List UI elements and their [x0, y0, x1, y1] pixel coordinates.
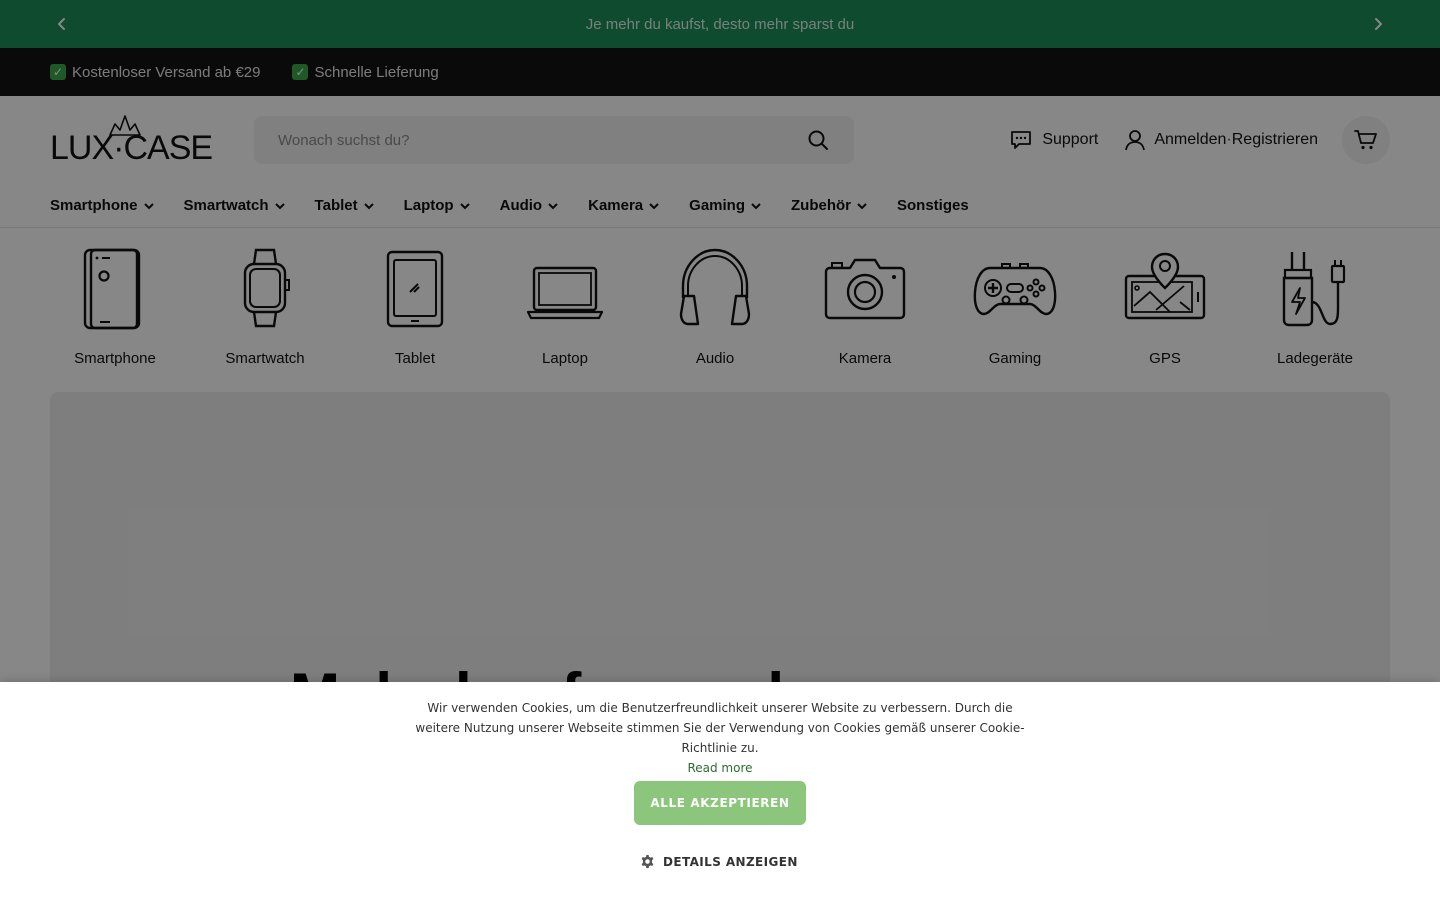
category-label: Kamera: [838, 350, 892, 367]
nav-item-zubehoer[interactable]: Zubehör: [791, 197, 867, 214]
usp-label: Kostenloser Versand ab €29: [72, 63, 261, 81]
category-ladegeraete[interactable]: Ladegeräte: [1240, 246, 1390, 376]
nav-item-label: Sonstiges: [897, 197, 969, 214]
cookie-banner: Wir verwenden Cookies, um die Benutzerfr…: [0, 682, 1440, 900]
nav-item-label: Kamera: [588, 197, 644, 214]
category-audio[interactable]: Audio: [640, 246, 790, 376]
site-logo[interactable]: LUX·CASE: [50, 115, 213, 165]
category-label: Smartwatch: [225, 350, 305, 367]
announcement-text[interactable]: Je mehr du kaufst, desto mehr sparst du: [586, 16, 854, 33]
show-details-button[interactable]: DETAILS ANZEIGEN: [640, 854, 798, 869]
nav-item-smartwatch[interactable]: Smartwatch: [184, 197, 285, 214]
category-gaming[interactable]: Gaming: [940, 246, 1090, 376]
cart-button[interactable]: [1342, 116, 1390, 164]
tablet-icon: [370, 246, 460, 330]
charger-icon: [1270, 246, 1360, 330]
login-link[interactable]: Anmelden: [1154, 131, 1226, 148]
category-label: Audio: [695, 350, 735, 367]
chevron-down-icon: [143, 203, 154, 210]
nav-item-label: Laptop: [403, 197, 454, 214]
accept-all-button[interactable]: ALLE AKZEPTIEREN: [634, 781, 806, 825]
main-navigation: Smartphone Smartwatch Tablet Laptop Audi…: [0, 184, 1440, 228]
chat-support-icon: [1011, 131, 1032, 149]
chevron-left-icon[interactable]: [50, 12, 74, 36]
cookie-text: Wir verwenden Cookies, um die Benutzerfr…: [415, 701, 1025, 755]
nav-item-gaming[interactable]: Gaming: [689, 197, 761, 214]
nav-item-label: Audio: [499, 197, 543, 214]
category-label: Tablet: [394, 350, 436, 367]
nav-item-label: Smartphone: [50, 197, 138, 214]
category-label: Laptop: [542, 350, 588, 367]
site-header: LUX·CASE Support Anmelden·Registrieren: [0, 96, 1440, 184]
chevron-down-icon: [649, 203, 659, 210]
hero-banner[interactable]: Mehr kaufen und: [50, 392, 1390, 692]
support-label: Support: [1042, 131, 1099, 148]
category-label: Gaming: [988, 350, 1042, 367]
crown-icon: [109, 115, 141, 136]
category-laptop[interactable]: Laptop: [490, 246, 640, 376]
nav-item-audio[interactable]: Audio: [500, 197, 559, 214]
nav-item-label: Smartwatch: [183, 197, 269, 214]
nav-item-sonstiges[interactable]: Sonstiges: [897, 197, 969, 214]
laptop-icon: [520, 246, 610, 330]
account-links: Anmelden·Registrieren: [1124, 129, 1318, 151]
headphones-icon: [670, 246, 760, 330]
search-bar: [254, 116, 854, 164]
chevron-right-icon[interactable]: [1366, 12, 1390, 36]
usp-bar: ✓ Kostenloser Versand ab €29 ✓ Schnelle …: [0, 48, 1440, 96]
category-label: Smartphone: [74, 350, 156, 367]
gamepad-icon: [970, 246, 1060, 330]
smartphone-icon: [70, 246, 160, 330]
chevron-down-icon: [548, 203, 558, 210]
support-link[interactable]: Support: [1010, 130, 1098, 150]
cart-icon: [1354, 130, 1377, 150]
nav-item-tablet[interactable]: Tablet: [315, 197, 374, 214]
register-link[interactable]: Registrieren: [1232, 131, 1318, 148]
chevron-down-icon: [751, 203, 761, 210]
category-smartwatch[interactable]: Smartwatch: [190, 246, 340, 376]
nav-item-label: Zubehör: [791, 197, 851, 214]
nav-item-label: Gaming: [689, 197, 745, 214]
check-mark-icon: ✓: [50, 64, 66, 80]
user-icon: [1125, 130, 1146, 151]
chevron-down-icon: [459, 203, 470, 210]
usp-label: Schnelle Lieferung: [314, 63, 439, 81]
nav-item-laptop[interactable]: Laptop: [404, 197, 470, 214]
announcement-bar: Je mehr du kaufst, desto mehr sparst du: [0, 0, 1440, 48]
nav-item-kamera[interactable]: Kamera: [588, 197, 659, 214]
chevron-down-icon: [363, 203, 374, 210]
chevron-down-icon: [274, 203, 285, 210]
gear-icon: [641, 854, 654, 869]
details-label: DETAILS ANZEIGEN: [663, 854, 798, 869]
nav-item-smartphone[interactable]: Smartphone: [50, 197, 154, 214]
category-tablet[interactable]: Tablet: [340, 246, 490, 376]
search-input[interactable]: [278, 131, 806, 149]
category-strip: Smartphone Smartwatch Tablet Laptop Audi…: [0, 228, 1440, 376]
check-mark-icon: ✓: [292, 64, 309, 80]
gps-map-icon: [1120, 246, 1210, 330]
usp-fast-delivery: ✓ Schnelle Lieferung: [292, 63, 439, 81]
header-actions: Support Anmelden·Registrieren: [1010, 116, 1390, 164]
category-label: Ladegeräte: [1277, 350, 1353, 367]
smartwatch-icon: [220, 246, 310, 330]
nav-item-label: Tablet: [314, 197, 358, 214]
camera-icon: [820, 246, 910, 330]
search-icon[interactable]: [806, 128, 830, 152]
category-label: GPS: [1149, 350, 1181, 367]
read-more-link[interactable]: Read more: [0, 758, 1440, 778]
category-kamera[interactable]: Kamera: [790, 246, 940, 376]
category-gps[interactable]: GPS: [1090, 246, 1240, 376]
usp-free-shipping: ✓ Kostenloser Versand ab €29: [50, 64, 260, 81]
category-smartphone[interactable]: Smartphone: [40, 246, 190, 376]
chevron-down-icon: [857, 203, 867, 210]
